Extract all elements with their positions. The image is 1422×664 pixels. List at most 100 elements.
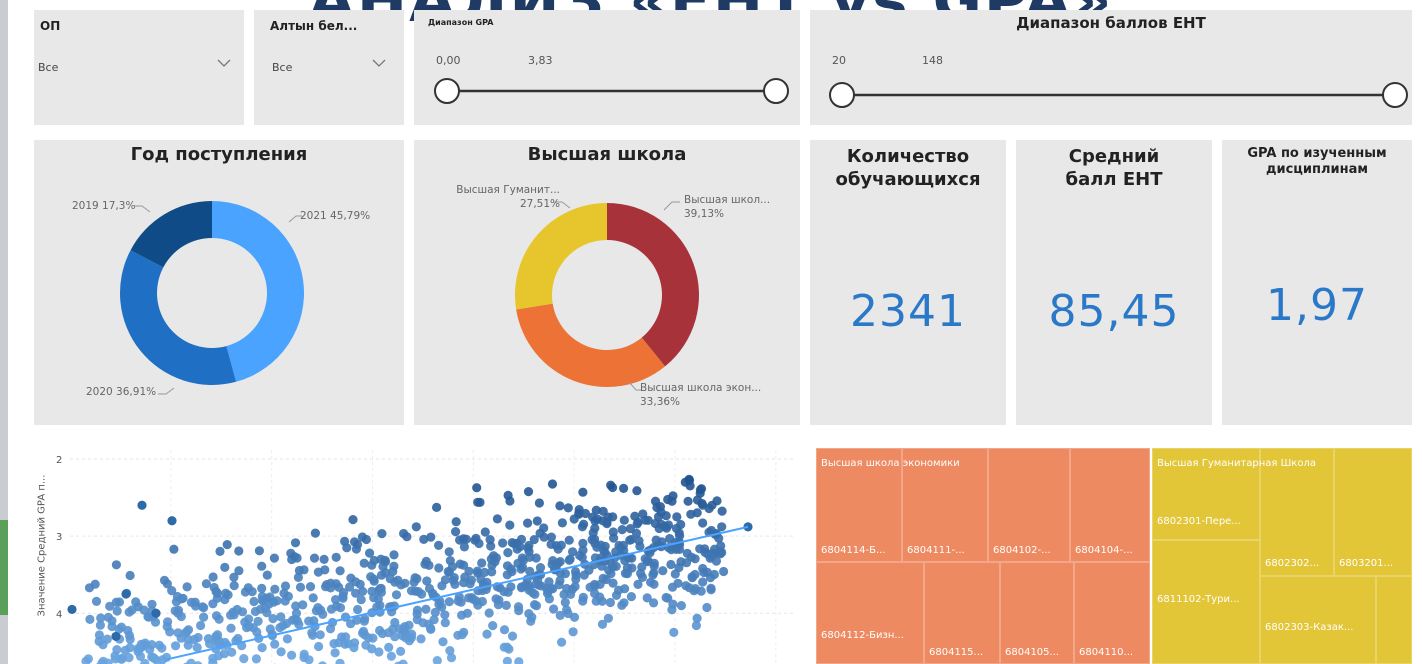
scatter-point[interactable] bbox=[91, 596, 102, 606]
scatter-point[interactable] bbox=[416, 634, 426, 644]
scatter-point[interactable] bbox=[335, 566, 345, 576]
scatter-point[interactable] bbox=[319, 554, 329, 564]
scatter-point[interactable] bbox=[406, 586, 417, 596]
scatter-point[interactable] bbox=[696, 484, 707, 494]
scatter-point[interactable] bbox=[539, 523, 549, 533]
scatter-point[interactable] bbox=[662, 523, 672, 533]
scatter-point[interactable] bbox=[626, 534, 636, 545]
scatter-point[interactable] bbox=[676, 557, 686, 567]
scatter-point[interactable] bbox=[462, 608, 472, 618]
scatter-point[interactable] bbox=[196, 620, 206, 631]
treemap-cell[interactable]: 6811102-Тури... bbox=[1152, 540, 1260, 664]
scatter-point[interactable] bbox=[167, 516, 177, 526]
scatter-point[interactable] bbox=[247, 587, 257, 597]
scatter-point[interactable] bbox=[244, 614, 254, 624]
scatter-point[interactable] bbox=[547, 479, 558, 489]
scatter-point[interactable] bbox=[633, 579, 643, 589]
scatter-point[interactable] bbox=[667, 605, 677, 615]
scatter-point[interactable] bbox=[257, 561, 267, 571]
scatter-point[interactable] bbox=[464, 593, 474, 603]
scatter-point[interactable] bbox=[162, 622, 172, 632]
scatter-point[interactable] bbox=[499, 587, 509, 597]
scatter-point[interactable] bbox=[98, 640, 108, 650]
scatter-point[interactable] bbox=[390, 577, 400, 587]
scatter-point[interactable] bbox=[620, 584, 630, 594]
scatter-point[interactable] bbox=[592, 542, 602, 552]
scatter-point[interactable] bbox=[667, 582, 678, 592]
scatter-point[interactable] bbox=[169, 544, 179, 554]
scatter-point[interactable] bbox=[524, 540, 534, 551]
scatter-point[interactable] bbox=[278, 620, 288, 631]
scatter-point[interactable] bbox=[658, 566, 668, 576]
scatter-point[interactable] bbox=[691, 620, 702, 631]
scatter-point[interactable] bbox=[501, 600, 511, 610]
scatter-point[interactable] bbox=[299, 565, 309, 575]
scatter-point[interactable] bbox=[83, 654, 93, 664]
scatter-point[interactable] bbox=[270, 584, 280, 594]
scatter-point[interactable] bbox=[222, 540, 232, 550]
scatter-point[interactable] bbox=[685, 481, 695, 491]
scatter-point[interactable] bbox=[98, 656, 108, 664]
treemap-cell[interactable]: 6804105... bbox=[1000, 562, 1074, 664]
scatter-point[interactable] bbox=[299, 652, 309, 663]
scatter-point[interactable] bbox=[139, 605, 149, 615]
scatter-point[interactable] bbox=[251, 654, 261, 664]
gpa-range-min[interactable]: 0,00 bbox=[436, 54, 461, 67]
scatter-point[interactable] bbox=[358, 626, 369, 636]
scatter-point[interactable] bbox=[173, 628, 183, 638]
scatter-point[interactable] bbox=[199, 603, 209, 613]
scatter-point[interactable] bbox=[234, 546, 244, 556]
scatter-point[interactable] bbox=[689, 586, 699, 596]
op-slicer-value[interactable]: Все bbox=[38, 61, 58, 74]
scatter-point[interactable] bbox=[424, 583, 435, 594]
scatter-point[interactable] bbox=[309, 553, 320, 563]
scatter-point[interactable] bbox=[449, 573, 459, 583]
scatter-point[interactable] bbox=[717, 506, 727, 516]
scatter-point[interactable] bbox=[330, 648, 340, 658]
scatter-point[interactable] bbox=[280, 581, 291, 591]
scatter-point[interactable] bbox=[546, 539, 556, 549]
scatter-point[interactable] bbox=[619, 483, 629, 493]
scatter-point[interactable] bbox=[434, 540, 444, 550]
scatter-point[interactable] bbox=[488, 621, 498, 631]
scatter-point[interactable] bbox=[325, 624, 336, 634]
scatter-point[interactable] bbox=[421, 604, 431, 614]
scatter-point[interactable] bbox=[503, 548, 513, 558]
scatter-point[interactable] bbox=[473, 497, 483, 507]
scatter-point[interactable] bbox=[564, 535, 574, 545]
scatter-point[interactable] bbox=[717, 522, 727, 532]
scatter-point[interactable] bbox=[258, 595, 268, 606]
scatter-point[interactable] bbox=[555, 610, 565, 620]
scatter-point[interactable] bbox=[578, 596, 588, 606]
scatter-point[interactable] bbox=[618, 540, 629, 550]
scatter-point[interactable] bbox=[257, 583, 267, 593]
treemap-group-economics[interactable]: Высшая школа экономики 6804114-Б... 6804… bbox=[816, 448, 1150, 664]
scatter-point[interactable] bbox=[632, 519, 642, 529]
scatter-point[interactable] bbox=[514, 606, 524, 616]
scatter-point[interactable] bbox=[287, 650, 297, 660]
scatter-point[interactable] bbox=[337, 632, 347, 642]
scatter-point[interactable] bbox=[531, 553, 541, 563]
scatter-point[interactable] bbox=[84, 583, 95, 593]
scatter-points[interactable] bbox=[67, 474, 753, 664]
scatter-point[interactable] bbox=[112, 606, 122, 616]
scatter-point[interactable] bbox=[619, 515, 629, 525]
scatter-point[interactable] bbox=[570, 581, 580, 592]
scatter-point[interactable] bbox=[161, 652, 172, 662]
scatter-point[interactable] bbox=[711, 556, 722, 566]
scatter-point[interactable] bbox=[444, 597, 454, 607]
treemap-cell[interactable]: 6804111-... bbox=[902, 448, 988, 562]
scatter-point[interactable] bbox=[676, 601, 687, 611]
scatter-point[interactable] bbox=[124, 607, 134, 617]
scatter-point[interactable] bbox=[626, 592, 637, 602]
year-donut-slice-1[interactable] bbox=[119, 250, 237, 385]
scatter-point[interactable] bbox=[193, 632, 203, 643]
scatter-point[interactable] bbox=[107, 616, 117, 626]
treemap-cell[interactable]: 6804112-Бизн... bbox=[816, 562, 924, 664]
school-donut-slice-2[interactable] bbox=[515, 203, 607, 310]
scatter-point[interactable] bbox=[698, 577, 708, 587]
scatter-point[interactable] bbox=[505, 520, 515, 530]
scatter-point[interactable] bbox=[270, 639, 280, 649]
scatter-point[interactable] bbox=[455, 535, 465, 545]
scatter-point[interactable] bbox=[655, 502, 666, 512]
